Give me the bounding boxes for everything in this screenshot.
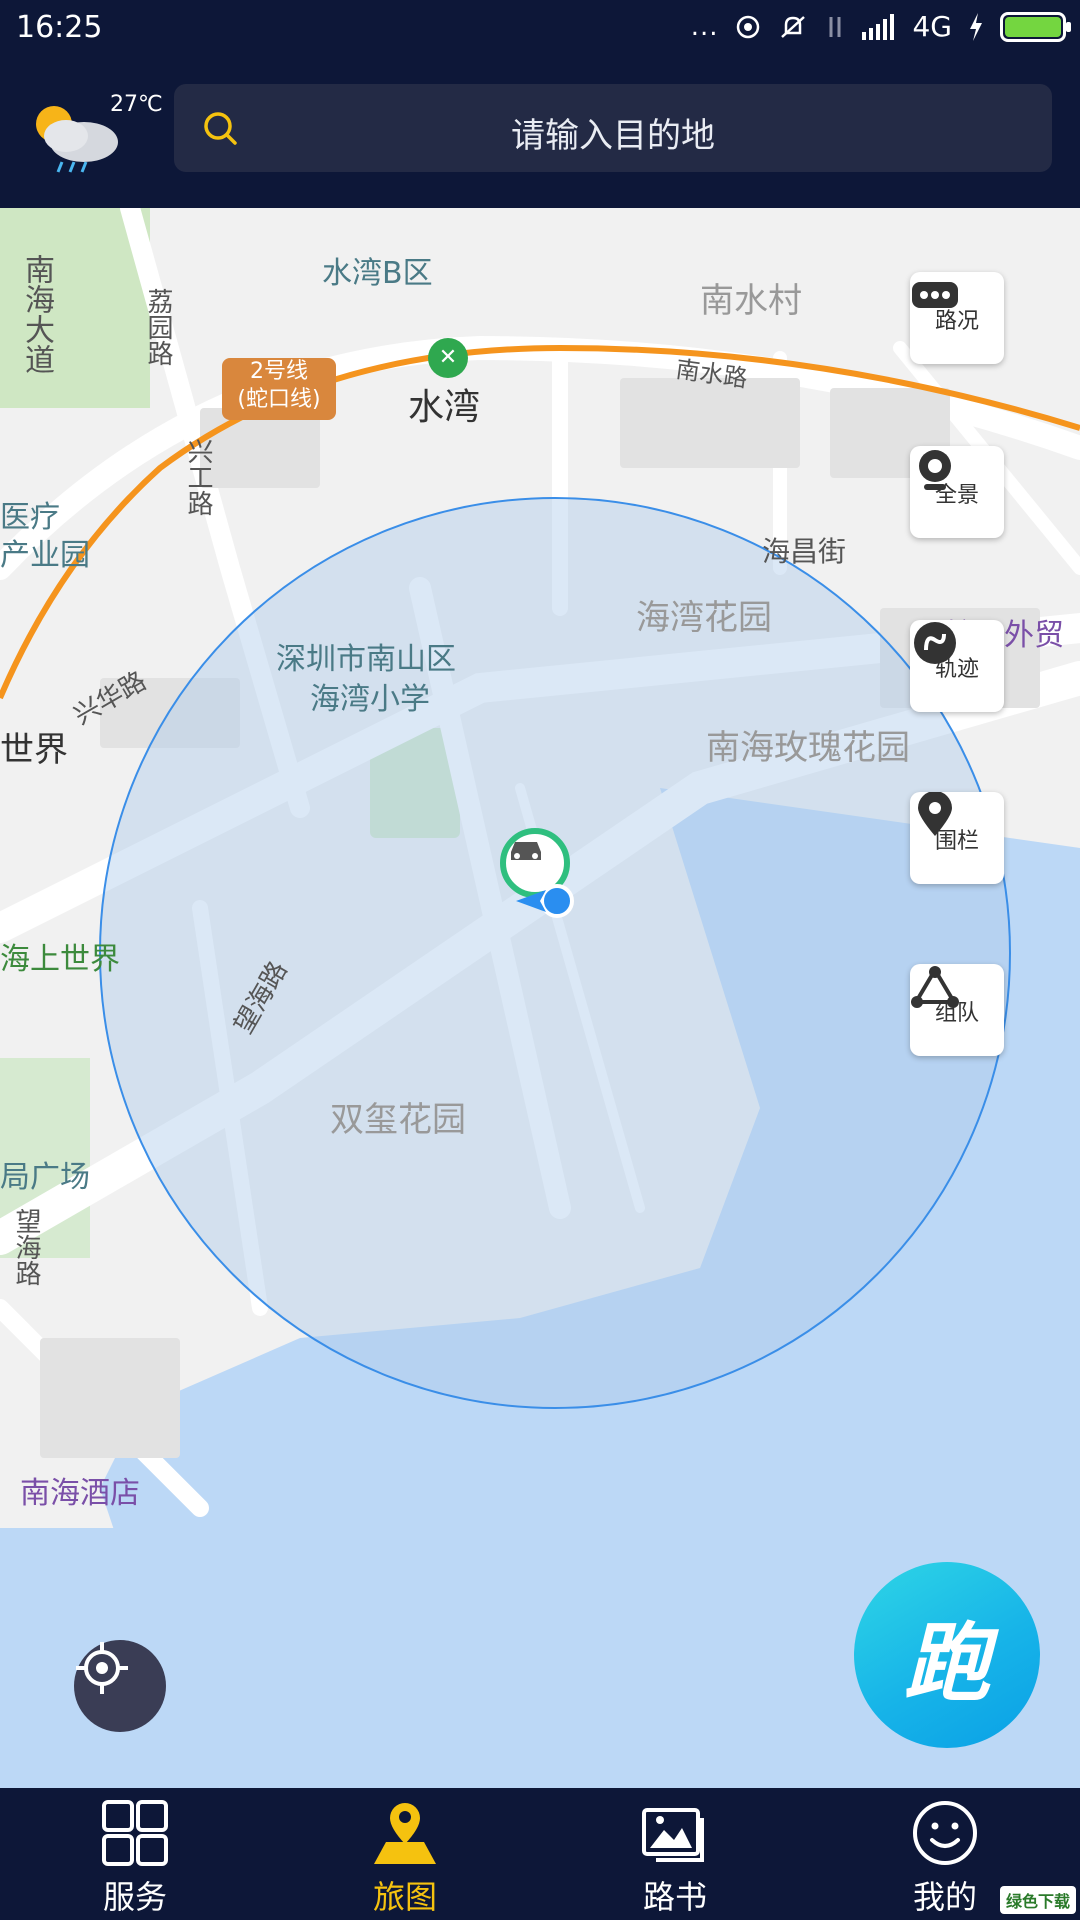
- tool-team[interactable]: 组队: [910, 964, 1004, 1056]
- search-placeholder: 请输入目的地: [511, 116, 715, 156]
- battery-level: [1005, 16, 1061, 37]
- nav-label: 路书: [642, 1878, 707, 1916]
- traffic-dots-icon: [912, 282, 958, 308]
- tool-fence[interactable]: 围栏: [910, 792, 1004, 884]
- locate-me-button[interactable]: [74, 1640, 166, 1732]
- nav-travel-map[interactable]: 旅图: [270, 1788, 540, 1920]
- map-label: 世界: [0, 730, 68, 770]
- location-pin-icon: [918, 792, 952, 836]
- battery-icon: [1000, 11, 1071, 42]
- nav-label: 我的: [912, 1878, 977, 1916]
- destination-search[interactable]: 请输入目的地: [174, 84, 1052, 172]
- map-label: 产业园: [0, 538, 90, 573]
- map-label: 水湾B区: [322, 256, 433, 291]
- signal-icon: [862, 13, 895, 40]
- tool-track[interactable]: 轨迹: [910, 620, 1004, 712]
- map-label: 荔园路: [143, 288, 173, 366]
- map-label: 深圳市南山区: [276, 642, 456, 677]
- map-label: 南海大道: [19, 254, 54, 374]
- status-icons: ... 4G: [690, 10, 1071, 43]
- map-label: 双玺花园: [330, 1100, 466, 1140]
- status-bar: 16:25 ... 4G: [0, 0, 1080, 58]
- charging-icon: [970, 12, 982, 41]
- map-label: 南海玫瑰花园: [706, 728, 910, 768]
- map-label: 局广场: [0, 1160, 90, 1195]
- nav-label: 服务: [102, 1878, 167, 1916]
- map-label: 水湾: [408, 387, 481, 428]
- crosshair-icon: [76, 1642, 128, 1694]
- geofence-circle: [99, 497, 1011, 1409]
- map-label: 海湾小学: [310, 682, 430, 717]
- watermark-logo: 绿色下载: [999, 1886, 1076, 1914]
- run-button[interactable]: 跑: [854, 1562, 1040, 1748]
- more-dots-icon: ...: [690, 11, 719, 42]
- smiley-icon: [913, 1801, 977, 1865]
- map-view[interactable]: 水湾B区 南水村 南水路 荔园路 南海大道 2号线 (蛇口线) ✕ 水湾 兴工路…: [0, 208, 1080, 1788]
- top-bar: 27℃ 请输入目的地: [0, 58, 1080, 208]
- map-label: 海昌街: [762, 535, 847, 568]
- car-icon: [511, 842, 541, 860]
- map-label: 望海路: [11, 1208, 41, 1286]
- map-pin-icon: [374, 1803, 436, 1864]
- camera-icon: [919, 450, 951, 490]
- map-label: 兴工路: [183, 438, 213, 516]
- grid-icon: [102, 1800, 168, 1866]
- metro-line-sub: (蛇口线): [237, 387, 321, 412]
- temperature: 27℃: [110, 92, 163, 117]
- bottom-nav: 服务 旅图 路书 我的 绿色下载: [0, 1788, 1080, 1920]
- map-label: 南海酒店: [20, 1476, 140, 1511]
- network-type: 4G: [912, 10, 952, 43]
- mute-bell-icon: [781, 15, 806, 38]
- track-icon: [914, 622, 956, 664]
- tool-traffic[interactable]: 路况: [910, 272, 1004, 364]
- metro-line-badge[interactable]: 2号线 (蛇口线): [222, 358, 336, 420]
- nav-label: 旅图: [372, 1878, 437, 1916]
- map-label: 海上世界: [0, 942, 120, 977]
- status-time: 16:25: [16, 10, 103, 45]
- map-label: 南水村: [700, 281, 802, 321]
- picture-icon: [642, 1808, 704, 1862]
- rain-cloud-sun-icon[interactable]: [24, 96, 124, 176]
- hotspot-icon: [737, 15, 760, 38]
- metro-station-icon[interactable]: ✕: [428, 338, 468, 378]
- tool-panorama[interactable]: 全景: [910, 446, 1004, 538]
- map-label: 海湾花园: [636, 598, 772, 638]
- team-icon: [911, 966, 959, 1008]
- nav-roadbook[interactable]: 路书: [540, 1788, 810, 1920]
- nav-service[interactable]: 服务: [0, 1788, 270, 1920]
- metro-line-name: 2号线: [250, 359, 308, 384]
- heading-arrow-icon: [516, 890, 546, 912]
- data-transfer-icon: [829, 16, 841, 37]
